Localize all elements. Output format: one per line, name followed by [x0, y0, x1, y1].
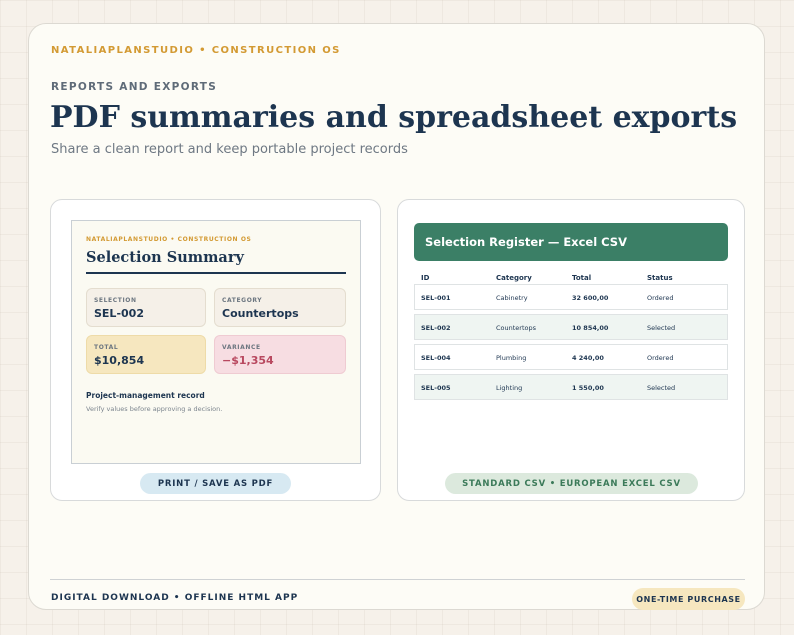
- metric-value: −$1,354: [222, 354, 274, 367]
- cell-category: Countertops: [496, 324, 537, 332]
- cell-status: Ordered: [647, 354, 674, 362]
- cell-category: Lighting: [496, 384, 523, 392]
- metric-selection: SELECTION SEL-002: [86, 288, 206, 327]
- pdf-title-rule: [86, 272, 346, 274]
- print-save-pdf-button[interactable]: PRINT / SAVE AS PDF: [140, 473, 291, 494]
- metric-label: CATEGORY: [222, 297, 263, 304]
- footer-product-label: DIGITAL DOWNLOAD • OFFLINE HTML APP: [51, 593, 299, 603]
- cell-total: 32 600,00: [572, 294, 609, 302]
- main-card: NATALIAPLANSTUDIO • CONSTRUCTION OS REPO…: [28, 23, 765, 610]
- cell-category: Plumbing: [496, 354, 527, 362]
- cell-total: 4 240,00: [572, 354, 604, 362]
- cell-total: 10 854,00: [572, 324, 609, 332]
- metric-label: VARIANCE: [222, 344, 261, 351]
- pdf-title: Selection Summary: [86, 249, 244, 266]
- cell-category: Cabinetry: [496, 294, 528, 302]
- cell-id: SEL-005: [421, 384, 451, 392]
- table-row: SEL-001 Cabinetry 32 600,00 Ordered: [414, 284, 728, 310]
- page-subtitle: Share a clean report and keep portable p…: [51, 142, 408, 157]
- pdf-note: Verify values before approving a decisio…: [86, 405, 223, 413]
- csv-format-badge: STANDARD CSV • EUROPEAN EXCEL CSV: [445, 473, 698, 494]
- pdf-note-title: Project-management record: [86, 391, 205, 400]
- cell-id: SEL-004: [421, 354, 451, 362]
- pdf-brand-label: NATALIAPLANSTUDIO • CONSTRUCTION OS: [86, 236, 252, 243]
- metric-label: TOTAL: [94, 344, 119, 351]
- cell-status: Selected: [647, 384, 676, 392]
- brand-label: NATALIAPLANSTUDIO • CONSTRUCTION OS: [51, 45, 341, 56]
- table-row: SEL-004 Plumbing 4 240,00 Ordered: [414, 344, 728, 370]
- cell-total: 1 550,00: [572, 384, 604, 392]
- metric-variance: VARIANCE −$1,354: [214, 335, 346, 374]
- table-row: SEL-005 Lighting 1 550,00 Selected: [414, 374, 728, 400]
- csv-export-panel: Selection Register — Excel CSV ID Catego…: [397, 199, 745, 501]
- metric-total: TOTAL $10,854: [86, 335, 206, 374]
- column-header-category: Category: [496, 274, 532, 282]
- csv-title: Selection Register — Excel CSV: [414, 223, 728, 261]
- column-header-total: Total: [572, 274, 592, 282]
- cell-id: SEL-002: [421, 324, 451, 332]
- cell-status: Ordered: [647, 294, 674, 302]
- metric-category: CATEGORY Countertops: [214, 288, 346, 327]
- metric-label: SELECTION: [94, 297, 137, 304]
- section-eyebrow: REPORTS AND EXPORTS: [51, 81, 218, 93]
- purchase-badge: ONE-TIME PURCHASE: [632, 588, 745, 610]
- metric-value: $10,854: [94, 354, 145, 367]
- metric-value: Countertops: [222, 307, 299, 320]
- footer-divider: [50, 579, 745, 580]
- cell-status: Selected: [647, 324, 676, 332]
- table-row: SEL-002 Countertops 10 854,00 Selected: [414, 314, 728, 340]
- pdf-summary-panel: NATALIAPLANSTUDIO • CONSTRUCTION OS Sele…: [50, 199, 381, 501]
- pdf-preview-document: NATALIAPLANSTUDIO • CONSTRUCTION OS Sele…: [71, 220, 361, 464]
- column-header-id: ID: [421, 274, 430, 282]
- cell-id: SEL-001: [421, 294, 451, 302]
- metric-value: SEL-002: [94, 307, 144, 320]
- column-header-status: Status: [647, 274, 673, 282]
- page-title: PDF summaries and spreadsheet exports: [50, 100, 738, 135]
